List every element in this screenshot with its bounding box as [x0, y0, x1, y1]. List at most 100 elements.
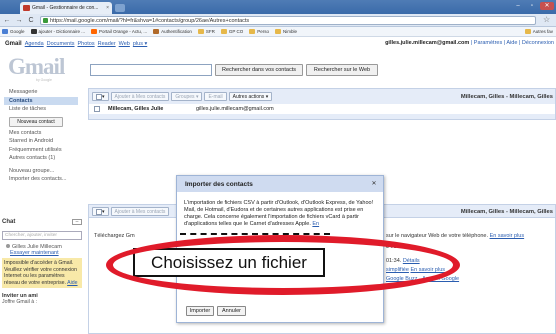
invite-subtitle: Joffre Gmail à : — [2, 299, 38, 305]
tab-close-icon[interactable]: × — [106, 5, 112, 11]
learn-more-link[interactable]: En savoir plus — [490, 233, 525, 239]
chevron-down-icon: ▾ — [102, 93, 105, 100]
cancel-button[interactable]: Annuler — [217, 306, 246, 316]
mobile-desc: sur le navigateur Web de votre téléphone… — [386, 233, 489, 239]
chat-search-input[interactable]: Chercher, ajouter, inviter — [2, 231, 82, 240]
agenda-link[interactable]: Agenda — [25, 41, 44, 47]
detail-toolbar-buttons: ▾ Ajouter à Mes contacts — [92, 207, 170, 216]
group-other-contacts[interactable]: Autres contacts (1) — [4, 154, 78, 163]
bookmark-icon — [249, 29, 256, 34]
bookmark-label: Google — [10, 29, 25, 34]
web-link[interactable]: Web — [119, 41, 130, 47]
chat-title: Chat — [2, 219, 16, 225]
panel-title: Millecam, Gilles - Millecam, Gilles — [460, 94, 553, 100]
bookmarks-bar: Google ajouter - Dictionnaire ... Portail … — [0, 27, 556, 37]
more-link[interactable]: plus ▾ — [133, 41, 147, 47]
groups-button[interactable]: Groupes ▾ — [171, 92, 203, 101]
forward-icon[interactable]: → — [15, 17, 23, 24]
bookmark-item[interactable]: ajouter - Dictionnaire ... — [30, 29, 86, 34]
import-contacts-link[interactable]: Importer des contacts... — [4, 175, 78, 184]
add-to-contacts-button[interactable]: Ajouter à Mes contacts — [110, 92, 170, 101]
bookmark-icon — [2, 29, 8, 34]
bookmark-label: Authentification — [161, 29, 192, 34]
gmail-brand-link[interactable]: Gmail — [5, 41, 22, 47]
bookmark-icon — [220, 29, 227, 34]
group-starred-android[interactable]: Starred in Android — [4, 137, 78, 146]
bookmark-icon — [197, 29, 204, 34]
bookmark-label: Nimble — [283, 29, 298, 34]
group-frequent[interactable]: Fréquemment utilisés — [4, 146, 78, 155]
search-web-button[interactable]: Rechercher sur le Web — [306, 64, 378, 76]
browser-toolbar: ← → C ⌂ https://mail.google.com/mail/?hl… — [0, 14, 556, 27]
bookmark-item[interactable]: Nimble — [275, 29, 297, 34]
photos-link[interactable]: Photos — [77, 41, 94, 47]
bookmark-star-icon[interactable]: ☆ — [543, 15, 550, 24]
reader-link[interactable]: Reader — [98, 41, 116, 47]
detail-title: Millecam, Gilles - Millecam, Gilles — [460, 209, 553, 215]
left-navigation: Messagerie Contacts Liste de tâches Nouv… — [4, 88, 78, 184]
bookmark-icon — [153, 29, 160, 34]
nav-messagerie[interactable]: Messagerie — [4, 88, 78, 97]
detail-select-checkbox[interactable]: ▾ — [92, 207, 109, 216]
contact-row[interactable]: Millecam, Gilles Julie gilles.julie.mill… — [89, 104, 555, 114]
try-now-link[interactable]: Essayer maintenant — [2, 250, 82, 256]
logo-subtitle: by Google — [36, 78, 52, 82]
search-contacts-button[interactable]: Rechercher dans vos contacts — [215, 64, 303, 76]
gmail-logo[interactable]: Gmail — [8, 54, 65, 80]
new-contact-button[interactable]: Nouveau contact — [9, 116, 63, 127]
maximize-button[interactable]: ▫ — [526, 2, 538, 10]
chevron-down-icon: ▾ — [102, 208, 105, 215]
bookmark-label: Portail Orange - Actu, ... — [99, 29, 148, 34]
group-my-contacts[interactable]: Mes contacts — [4, 129, 78, 138]
select-checkbox-dropdown[interactable]: ▾ — [92, 92, 109, 101]
back-icon[interactable]: ← — [3, 17, 11, 24]
chat-minimize-button[interactable]: – — [72, 219, 82, 225]
bookmark-item[interactable]: Authentification — [153, 29, 192, 34]
contact-email: gilles.julie.millecam@gmail.com — [196, 106, 274, 112]
help-link[interactable]: Aide — [67, 280, 77, 286]
bookmark-icon — [91, 29, 98, 34]
gmail-favicon-icon — [23, 5, 30, 11]
nav-contacts[interactable]: Contacts — [4, 96, 78, 105]
dialog-title: Importer des contacts — [177, 176, 383, 192]
dialog-description: L'importation de fichiers CSV à partir d… — [184, 200, 374, 227]
email-button[interactable]: E-mail — [204, 92, 227, 101]
bookmark-item[interactable]: GP CO — [220, 29, 244, 34]
bookmark-item[interactable]: Portail Orange - Actu, ... — [91, 29, 147, 34]
account-email: gilles.julie.millecam@gmail.com — [385, 40, 470, 46]
close-icon[interactable]: ✕ — [370, 180, 378, 188]
bookmark-item[interactable]: Google — [2, 29, 25, 34]
search-input[interactable] — [90, 64, 212, 76]
reload-icon[interactable]: C — [27, 17, 35, 24]
warning-text: Impossible d'accéder à Gmail. Veuillez v… — [4, 260, 77, 286]
window-titlebar: Gmail - Gestionnaire de con... × – ▫ ✕ — [0, 0, 556, 14]
bookmark-label: GP CO — [228, 29, 244, 34]
nav-tasks[interactable]: Liste de tâches — [4, 105, 78, 114]
new-tab-button[interactable] — [115, 4, 125, 12]
bookmark-icon — [275, 29, 282, 34]
import-button[interactable]: Importer — [186, 306, 214, 316]
more-actions-button[interactable]: Autres actions ▾ — [228, 92, 273, 101]
bookmark-item[interactable]: Perso — [249, 29, 269, 34]
lock-icon — [43, 18, 48, 23]
other-bookmarks[interactable]: Autres fav — [524, 29, 553, 34]
account-links[interactable]: | Paramètres | Aide | Déconnexion — [471, 40, 554, 46]
row-checkbox[interactable] — [94, 106, 100, 112]
address-bar[interactable]: https://mail.google.com/mail/?hl=fr&shva… — [40, 16, 536, 25]
detail-add-button[interactable]: Ajouter à Mes contacts — [110, 207, 170, 216]
bookmark-label: ajouter - Dictionnaire ... — [38, 29, 86, 34]
contact-list-panel: ▾ Ajouter à Mes contacts Groupes ▾ E-mai… — [88, 88, 556, 120]
dialog-body: L'importation de fichiers CSV à partir d… — [184, 200, 378, 228]
browser-tab[interactable]: Gmail - Gestionnaire de con... × — [20, 2, 112, 14]
documents-link[interactable]: Documents — [47, 41, 75, 47]
bookmark-item[interactable]: SFR — [197, 29, 215, 34]
download-text: Téléchargez Gm — [94, 233, 135, 239]
url-text: https://mail.google.com/mail/?hl=fr&shva… — [50, 17, 250, 24]
gmail-top-bar: Gmail Agenda Documents Photos Reader Web… — [0, 39, 556, 49]
mobile-text: sur le navigateur Web de votre téléphone… — [386, 233, 524, 239]
other-bookmarks-label: Autres fav — [532, 29, 553, 34]
dialog-learn-more-link[interactable]: En — [312, 221, 319, 227]
close-window-button[interactable]: ✕ — [540, 2, 554, 10]
minimize-button[interactable]: – — [512, 2, 524, 10]
new-group-link[interactable]: Nouveau groupe... — [4, 167, 78, 176]
